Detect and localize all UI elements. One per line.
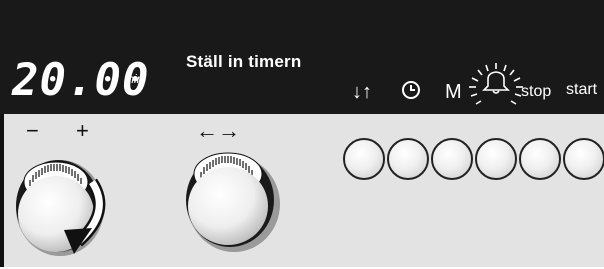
round-button-4[interactable] [475,138,517,180]
selector-knob[interactable] [176,144,288,261]
oven-control-panel: 20.00 min Ställ in timern ↓↑ M stop star… [0,0,604,267]
left-right-arrows-icon: ←→ [196,118,240,143]
stop-label: stop [521,83,552,100]
memory-symbol: M [445,81,462,103]
round-button-3[interactable] [431,138,473,180]
start-label: start [566,81,598,98]
time-unit: min [124,72,144,86]
round-button-5[interactable] [519,138,561,180]
round-button-1[interactable] [343,138,385,180]
function-buttons [343,138,604,182]
plus-label: + [76,118,89,143]
clock-icon [400,79,422,107]
minus-label: − [26,118,39,143]
updown-arrows-icon: ↓↑ [352,81,372,103]
timer-knob[interactable] [10,152,120,269]
instruction-text: Ställ in timern [186,52,302,71]
round-button-2[interactable] [387,138,429,180]
round-button-6[interactable] [563,138,604,180]
panel-edge [0,114,4,267]
bell-icon [466,58,526,124]
